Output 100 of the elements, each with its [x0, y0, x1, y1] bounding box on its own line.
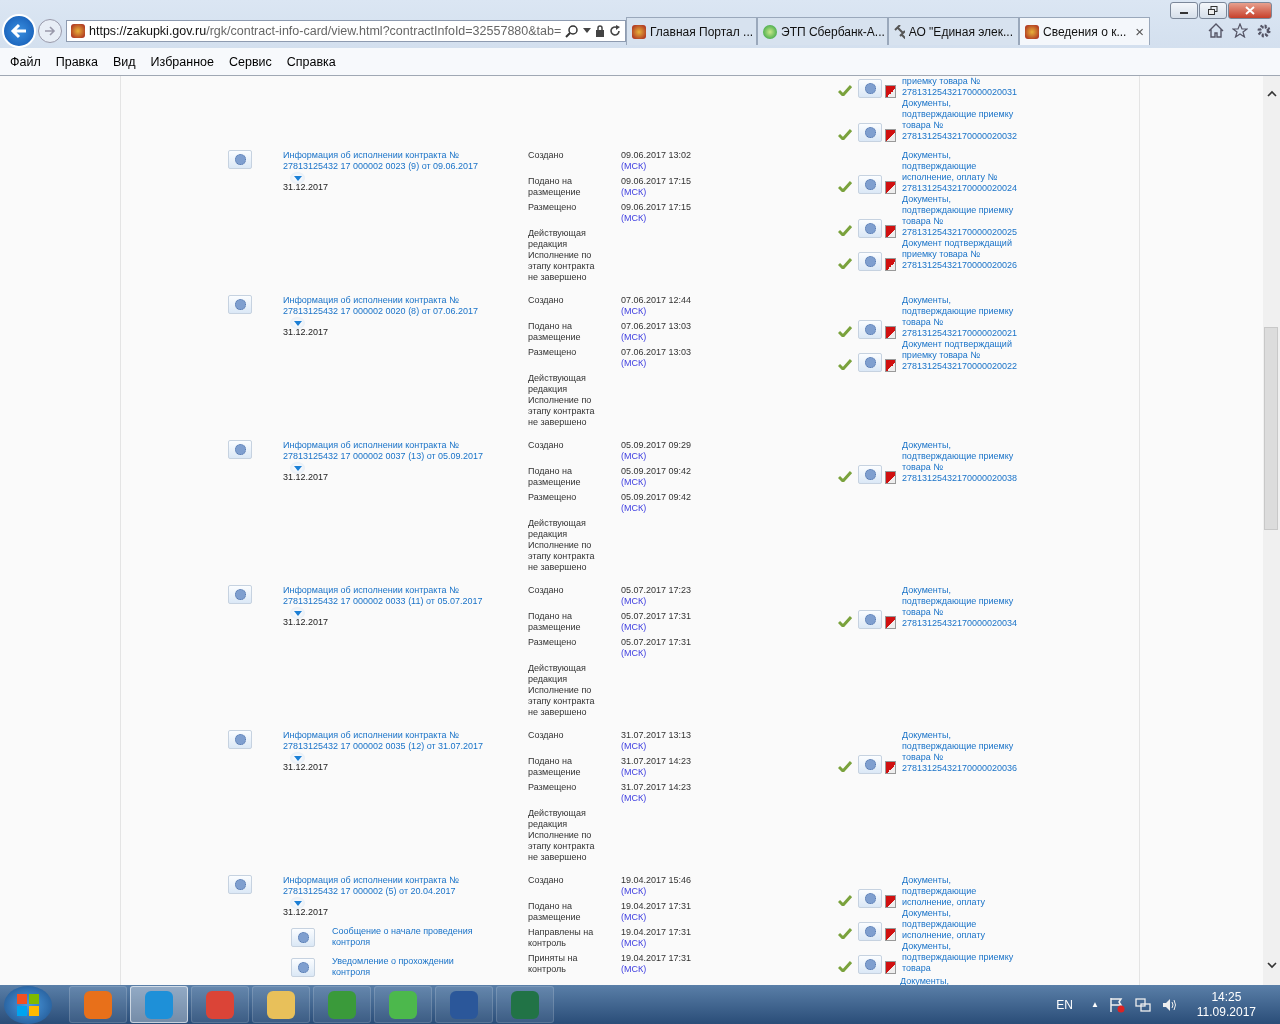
- certificate-button[interactable]: [291, 927, 315, 947]
- contract-info-link[interactable]: Информация об исполнении контракта № 27813125432 17 000002 0037 (13) от 05.09.2017: [283, 440, 498, 462]
- back-button[interactable]: [2, 14, 36, 48]
- document-link[interactable]: Документы, подтверждающие приемку товара № 27813125432170000020025: [902, 194, 1020, 238]
- certificate-button[interactable]: [228, 440, 252, 459]
- certificate-button[interactable]: [858, 320, 882, 339]
- document-link[interactable]: Документы, подтверждающие приемку товара № 27813125432170000020021: [902, 295, 1020, 339]
- caret-icon: [293, 320, 302, 326]
- contract-info-link[interactable]: Информация об исполнении контракта № 27813125432 17 000002 0035 (12) от 31.07.2017: [283, 730, 498, 752]
- settings-icon[interactable]: [1256, 23, 1272, 39]
- event-date: 09.06.2017 17:15: [621, 202, 693, 213]
- contract-info-link[interactable]: Информация об исполнении контракта № 27813125432 17 000002 0020 (8) от 07.06.2017: [283, 295, 498, 317]
- certificate-button[interactable]: [858, 755, 882, 774]
- flag-icon[interactable]: [1108, 996, 1125, 1013]
- search-icon[interactable]: [565, 24, 579, 38]
- scroll-up-icon[interactable]: [1266, 90, 1277, 97]
- certificate-button[interactable]: [858, 955, 882, 974]
- document-link[interactable]: Документы, подтверждающие исполнение, оплату: [902, 908, 1020, 941]
- certificate-button[interactable]: [858, 889, 882, 908]
- clock-time[interactable]: 14:25: [1211, 989, 1242, 1005]
- certificate-button[interactable]: [858, 219, 882, 238]
- pdf-file-icon: [885, 761, 896, 774]
- document-link[interactable]: Документы, подтверждающие приемку товара № 27813125432170000020032: [902, 98, 1020, 142]
- document-link[interactable]: Документы, подтверждающие приемку товара: [902, 941, 1020, 974]
- expand-button[interactable]: [290, 462, 305, 474]
- document-link[interactable]: Документ подтверждащий приемку товара № 27813125432170000020022: [902, 339, 1020, 372]
- certificate-button[interactable]: [858, 465, 882, 484]
- pdf-file-icon: [885, 961, 896, 974]
- contract-info-link[interactable]: Информация об исполнении контракта № 27813125432 17 000002 0023 (9) от 09.06.2017: [283, 150, 498, 172]
- certificate-button[interactable]: [228, 585, 252, 604]
- taskbar-app-button[interactable]: [435, 986, 493, 1023]
- document-link[interactable]: приемку товара № 27813125432170000020031: [902, 76, 1020, 98]
- document-link[interactable]: Сообщение о начале проведения контроля: [332, 926, 482, 948]
- scroll-down-icon[interactable]: [1266, 962, 1277, 969]
- language-indicator[interactable]: EN: [1056, 997, 1073, 1012]
- network-icon[interactable]: [1134, 996, 1151, 1013]
- home-icon[interactable]: [1208, 23, 1224, 38]
- menu-item[interactable]: Вид: [112, 54, 136, 69]
- taskbar-app-button[interactable]: [191, 986, 249, 1023]
- document-link[interactable]: Документы, подтверждающие приемку товара № 27813125432170000020038: [902, 440, 1020, 484]
- contract-info-link[interactable]: Информация об исполнении контракта № 27813125432 17 000002 0033 (11) от 05.07.2017: [283, 585, 498, 607]
- certificate-button[interactable]: [858, 610, 882, 629]
- star-icon[interactable]: [1232, 23, 1248, 38]
- menu-item[interactable]: Сервис: [228, 54, 272, 69]
- expand-button[interactable]: [290, 607, 305, 619]
- event-date: 07.06.2017 13:03: [621, 347, 693, 358]
- certificate-button[interactable]: [228, 730, 252, 749]
- browser-tab[interactable]: Главная Портал ...: [626, 17, 757, 45]
- taskbar-app-button[interactable]: [130, 986, 188, 1023]
- certificate-button[interactable]: [228, 295, 252, 314]
- menu-item[interactable]: Правка: [55, 54, 98, 69]
- document-link[interactable]: Документы, подтверждающие приемку товара № 27813125432170000020034: [902, 585, 1020, 629]
- scrollbar-thumb[interactable]: [1264, 327, 1278, 530]
- close-tab-button[interactable]: ×: [1135, 23, 1144, 40]
- restore-button[interactable]: [1199, 2, 1227, 19]
- menu-item[interactable]: Файл: [10, 54, 41, 69]
- certificate-button[interactable]: [228, 150, 252, 169]
- expand-button[interactable]: [290, 172, 305, 184]
- forward-button[interactable]: [38, 19, 62, 43]
- tray-expand-button[interactable]: ▲: [1090, 1000, 1099, 1009]
- taskbar-app-button[interactable]: [252, 986, 310, 1023]
- taskbar-app-button[interactable]: [496, 986, 554, 1023]
- browser-tab[interactable]: АО "Единая элек...: [888, 17, 1019, 45]
- refresh-icon[interactable]: [609, 25, 621, 37]
- certificate-button[interactable]: [858, 123, 882, 142]
- clock-date[interactable]: 11.09.2017: [1196, 1004, 1256, 1020]
- caret-icon: [293, 610, 302, 616]
- menu-item[interactable]: Справка: [286, 54, 336, 69]
- menu-item[interactable]: Избранное: [150, 54, 214, 69]
- certificate-button[interactable]: [228, 875, 252, 894]
- document-link[interactable]: Документы,: [900, 976, 1018, 985]
- expand-button[interactable]: [290, 317, 305, 329]
- browser-tab[interactable]: ЭТП Сбербанк-А...: [757, 17, 888, 45]
- document-link[interactable]: Документы, подтверждающие приемку товара № 27813125432170000020036: [902, 730, 1020, 774]
- expand-button[interactable]: [290, 897, 305, 909]
- caret-icon: [293, 755, 302, 761]
- certificate-button[interactable]: [858, 922, 882, 941]
- document-link[interactable]: Документы, подтверждающие исполнение, оплату № 27813125432170000020024: [902, 150, 1020, 194]
- minimize-button[interactable]: [1170, 2, 1198, 19]
- event-label: Подано на размещение: [528, 466, 582, 488]
- certificate-button[interactable]: [858, 79, 882, 98]
- event-label: Создано: [528, 585, 565, 596]
- address-field[interactable]: https://zakupki.gov.ru/rgk/contract-info-card/view.html?contractInfoId=32557880&tab=: [66, 20, 626, 42]
- close-button[interactable]: [1228, 2, 1272, 19]
- browser-tab[interactable]: Сведения о к... ×: [1019, 17, 1150, 45]
- document-link[interactable]: Уведомление о прохождении контроля: [332, 956, 482, 978]
- document-link[interactable]: Документы, подтверждающие исполнение, оплату: [902, 875, 1020, 908]
- taskbar-app-button[interactable]: [313, 986, 371, 1023]
- dropdown-caret-icon[interactable]: [583, 28, 591, 34]
- start-button[interactable]: [4, 985, 52, 1024]
- certificate-button[interactable]: [858, 175, 882, 194]
- contract-info-link[interactable]: Информация об исполнении контракта № 27813125432 17 000002 (5) от 20.04.2017: [283, 875, 498, 897]
- expand-button[interactable]: [290, 752, 305, 764]
- document-link[interactable]: Документ подтверждащий приемку товара № 27813125432170000020026: [902, 238, 1020, 271]
- certificate-button[interactable]: [858, 353, 882, 372]
- certificate-button[interactable]: [858, 252, 882, 271]
- scrollbar[interactable]: [1263, 76, 1280, 985]
- certificate-button[interactable]: [291, 957, 315, 977]
- taskbar-app-button[interactable]: [69, 986, 127, 1023]
- taskbar-app-button[interactable]: [374, 986, 432, 1023]
